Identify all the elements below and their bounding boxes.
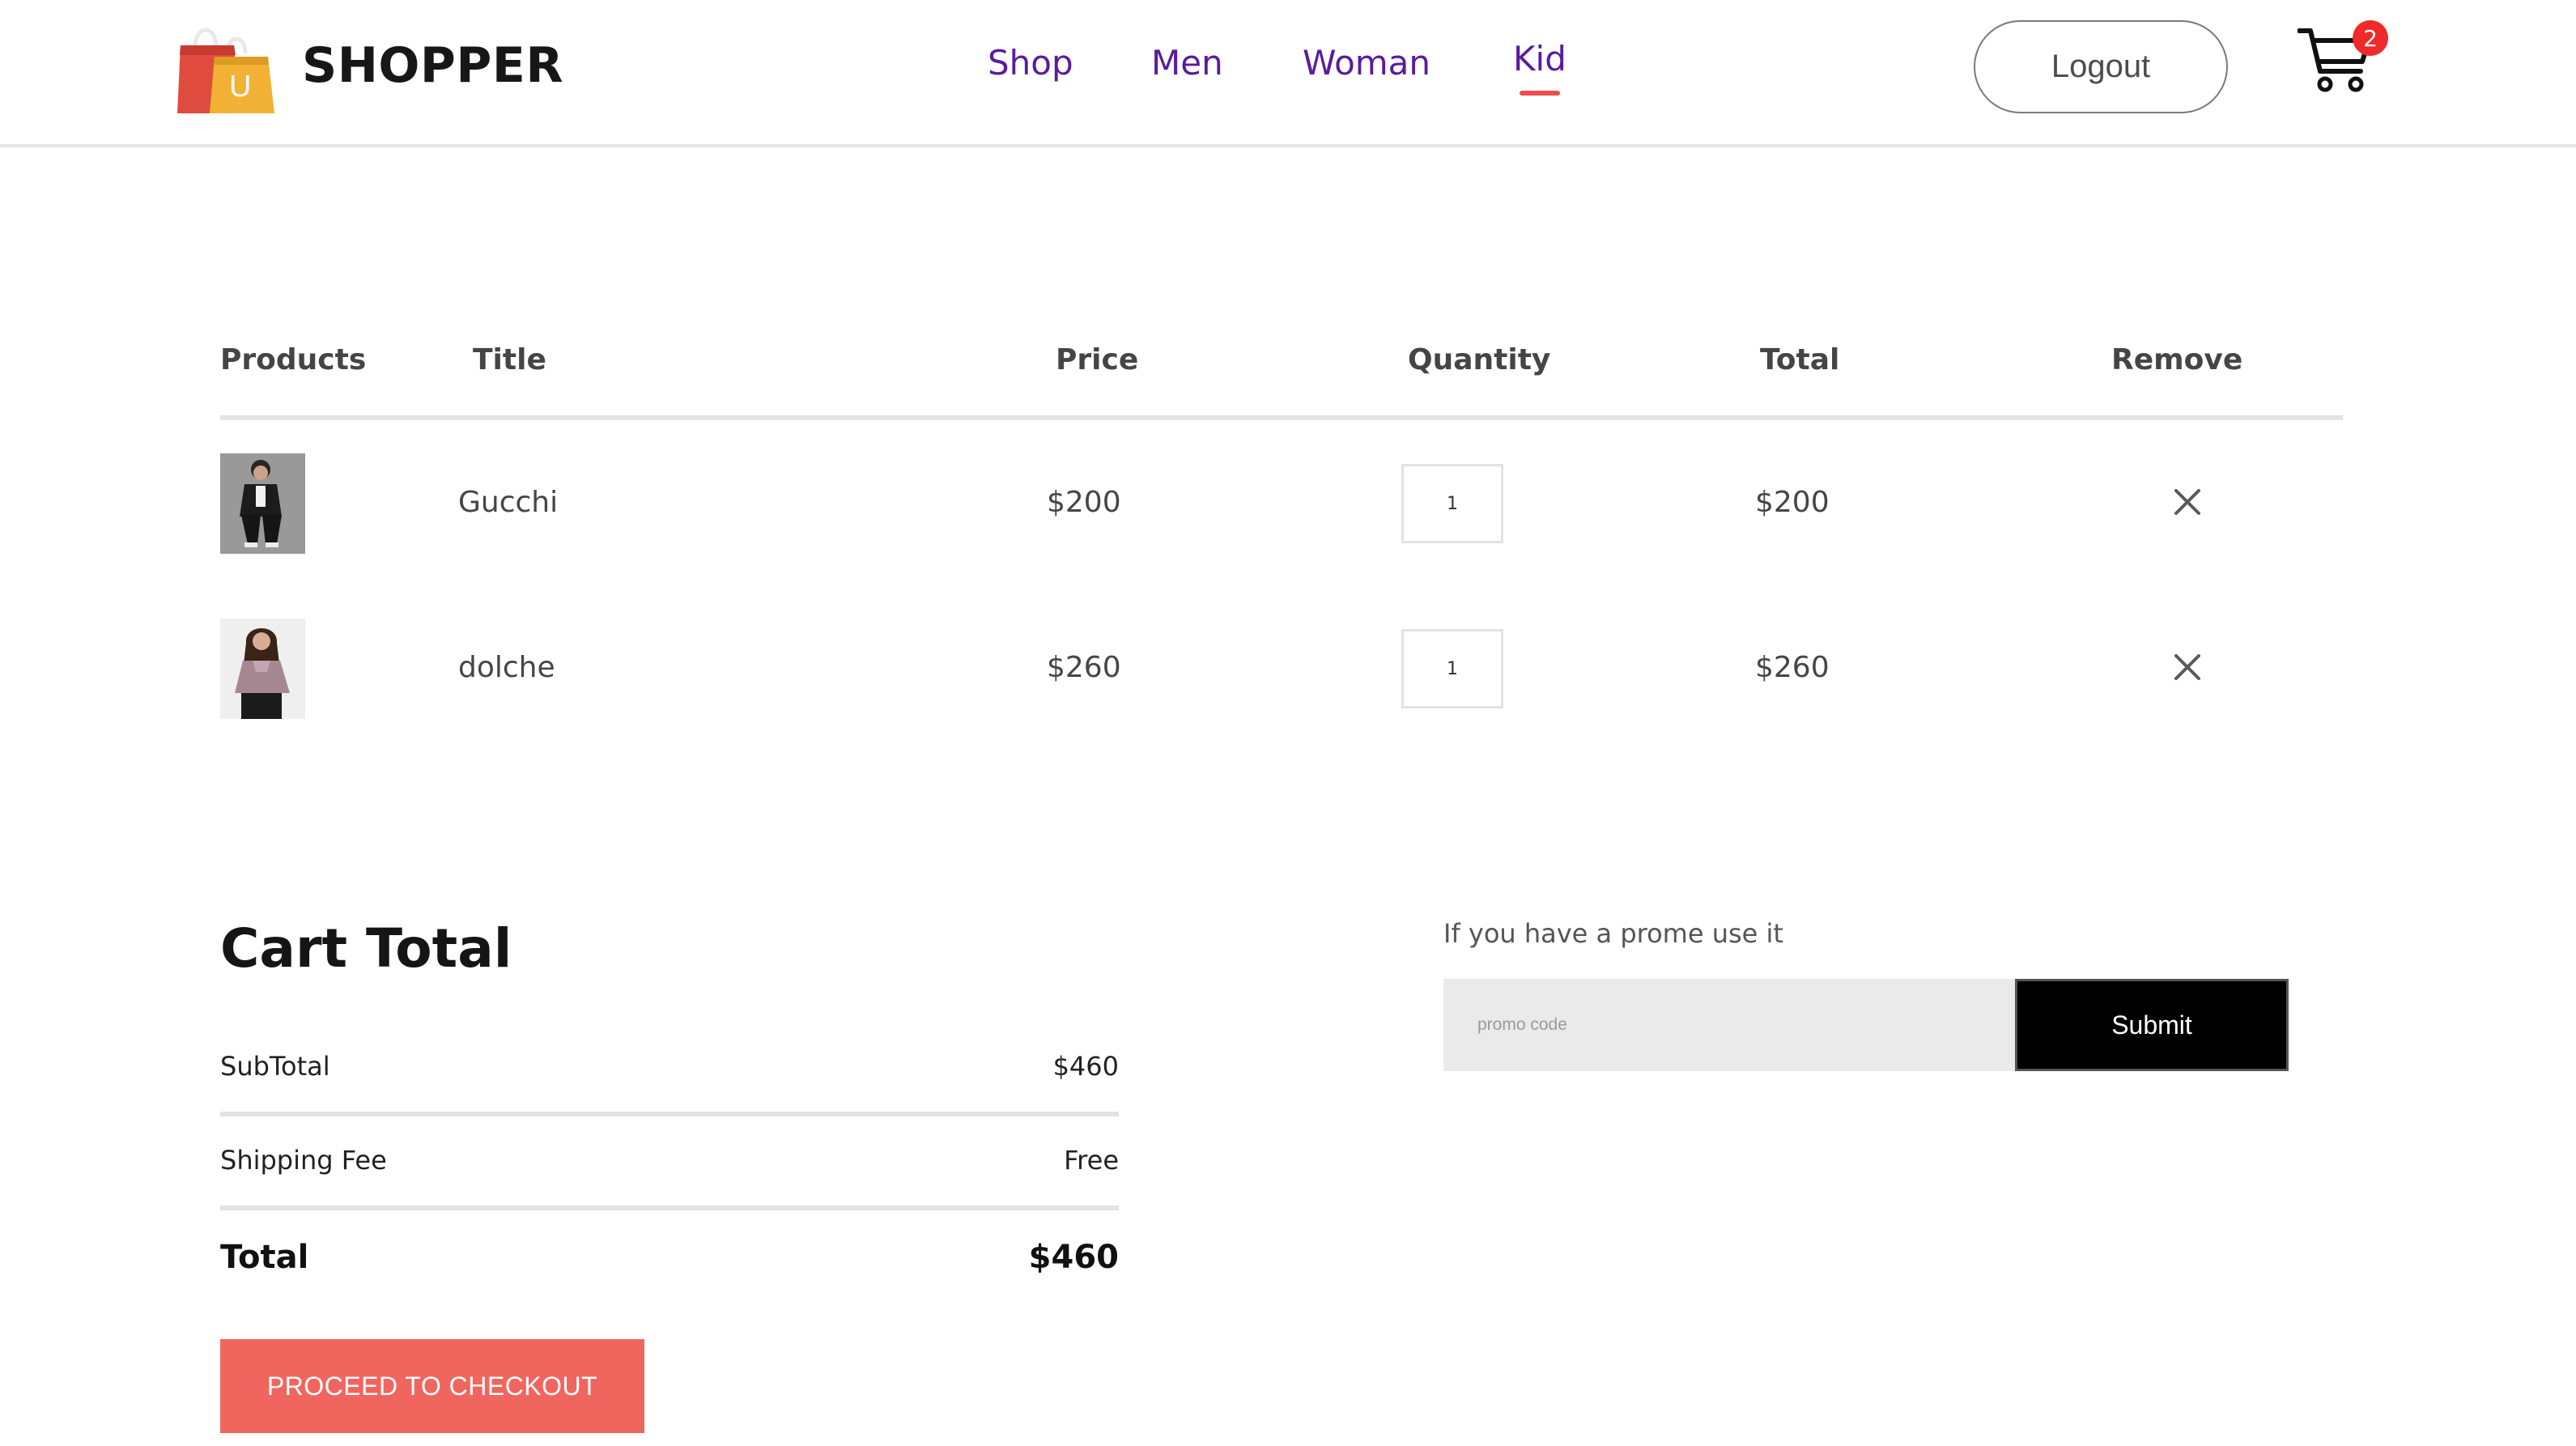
column-header-price: Price [1056,343,1139,376]
quantity-field[interactable]: 1 [1401,629,1503,708]
summary-divider [220,1206,1119,1210]
item-title: Gucchi [458,486,559,519]
close-icon[interactable] [2171,486,2204,518]
nav-link-kid[interactable]: Kid [1513,39,1566,79]
total-label: Total [220,1239,309,1276]
column-header-total: Total [1760,343,1840,376]
subtotal-label: SubTotal [220,1051,330,1082]
shipping-fee-label: Shipping Fee [220,1145,387,1176]
logo-letter: U [229,70,252,104]
quantity-field[interactable]: 1 [1401,464,1503,543]
item-total: $200 [1755,486,1830,519]
column-header-products: Products [220,343,367,376]
table-divider [220,415,2343,420]
brand-name: SHOPPER [302,37,564,94]
nav-link-men[interactable]: Men [1151,43,1223,83]
cart-item-row: dolche $260 1 $260 [0,619,2576,719]
item-price: $260 [1047,651,1121,684]
promo-code-input[interactable] [1443,979,2017,1071]
shopping-bag-icon: U [177,19,278,115]
proceed-to-checkout-button[interactable]: PROCEED TO CHECKOUT [220,1339,644,1433]
item-total: $260 [1755,651,1830,684]
item-title: dolche [458,651,555,684]
column-header-title: Title [473,343,546,376]
column-header-quantity: Quantity [1408,343,1551,376]
promo-submit-button[interactable]: Submit [2015,979,2289,1071]
logo[interactable]: U SHOPPER [177,19,563,115]
cart-total-heading: Cart Total [220,917,512,980]
nav-link-woman[interactable]: Woman [1303,43,1430,83]
product-thumbnail [220,453,305,554]
logout-button[interactable]: Logout [1974,20,2228,113]
column-header-remove: Remove [2111,343,2243,376]
summary-divider [220,1112,1119,1116]
cart-item-row: Gucchi $200 1 $200 [0,453,2576,554]
total-value: $460 [1028,1239,1119,1276]
product-thumbnail [220,619,305,719]
active-nav-indicator [1520,91,1560,96]
promo-label: If you have a prome use it [1443,918,1783,949]
subtotal-value: $460 [1052,1051,1119,1082]
item-price: $200 [1047,486,1121,519]
cart-count-badge: 2 [2353,20,2388,56]
close-icon[interactable] [2171,651,2204,683]
navbar: U SHOPPER Shop Men Woman Kid Logout 2 [0,0,2576,147]
nav-link-shop[interactable]: Shop [988,43,1073,83]
shipping-fee-value: Free [1064,1145,1119,1176]
